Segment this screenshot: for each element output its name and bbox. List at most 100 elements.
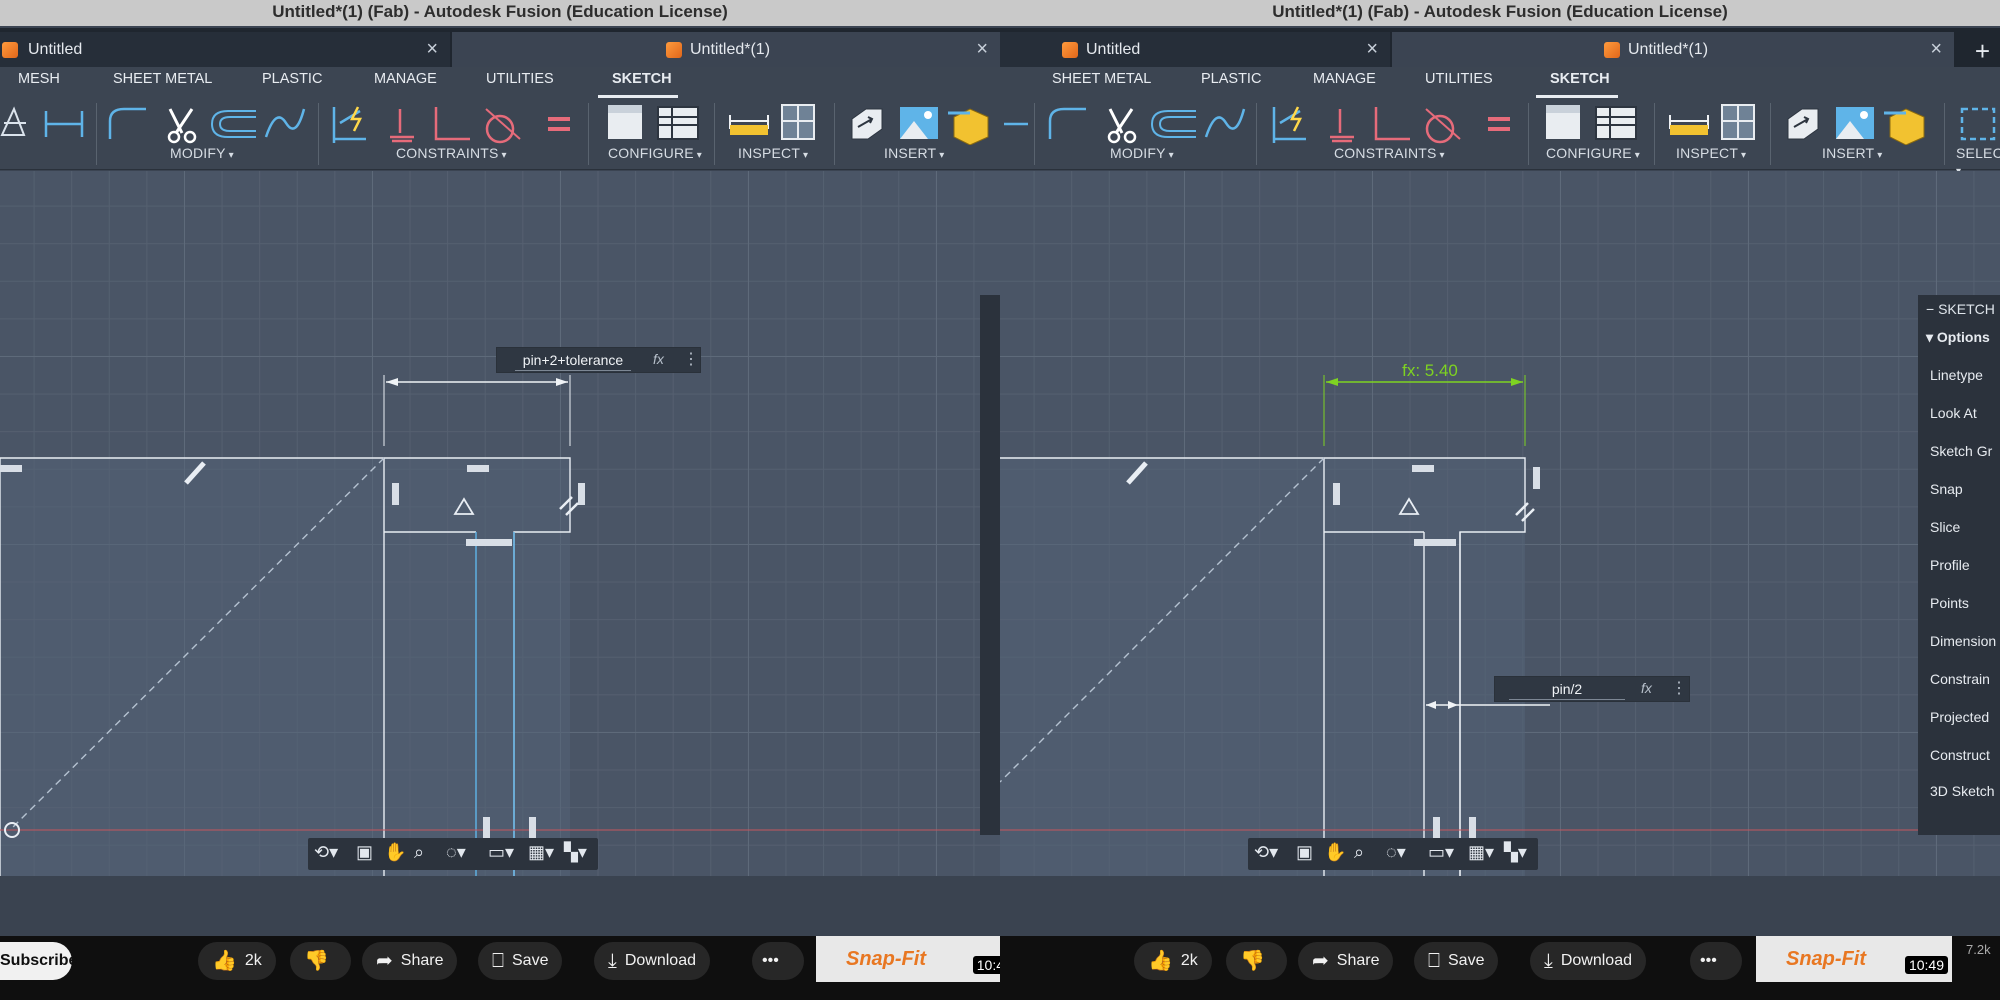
dimension-value-label[interactable]: fx: 5.40 [1380, 361, 1480, 381]
grid-icon[interactable]: ▦▾ [528, 842, 554, 863]
close-icon[interactable]: × [426, 32, 438, 67]
close-icon[interactable]: × [1930, 32, 1942, 67]
options-section[interactable]: ▾ Options [1926, 329, 1990, 346]
constraints-tools-icon[interactable] [1270, 103, 1510, 145]
tab-utilities[interactable]: UTILITIES [486, 71, 554, 87]
tab-manage[interactable]: MANAGE [374, 71, 437, 87]
viewports-icon[interactable]: ▚▾ [564, 842, 587, 863]
dimension-expression-input[interactable]: pin+2+tolerance [515, 350, 631, 371]
palette-item-projected[interactable]: Projected [1930, 709, 1989, 725]
more-actions-button[interactable]: ••• [1690, 942, 1742, 980]
palette-item-construction[interactable]: Construct [1930, 747, 1990, 763]
dimension-expression-input[interactable]: pin/2 [1509, 679, 1625, 700]
tab-untitled[interactable]: Untitled × [0, 32, 450, 67]
more-actions-button[interactable]: ••• [752, 942, 804, 980]
group-insert[interactable]: INSERT [884, 145, 945, 161]
dimension-input-box[interactable]: pin/2 fx ⋮ [1494, 676, 1690, 702]
capture-icon[interactable]: ▣ [1296, 842, 1313, 863]
modify-tools-icon[interactable] [1046, 103, 1246, 145]
video-thumbnail[interactable]: Snap-Fit 10:4 [816, 936, 1000, 982]
fit-icon[interactable]: ◌▾ [1386, 842, 1406, 863]
modify-tools-icon[interactable] [106, 103, 306, 145]
palette-item-sketch-grid[interactable]: Sketch Gr [1930, 443, 1992, 459]
select-tool-icon[interactable] [1956, 103, 2000, 145]
tab-plastic[interactable]: PLASTIC [262, 71, 322, 87]
zoom-icon[interactable]: ⌕ [1354, 842, 1364, 863]
tab-sheet-metal[interactable]: SHEET METAL [1052, 71, 1151, 87]
subscribe-button[interactable]: Subscribe [0, 942, 77, 980]
sketch-palette-collapsed[interactable] [980, 295, 1000, 835]
palette-item-dimension[interactable]: Dimension [1930, 633, 1996, 649]
group-constraints[interactable]: CONSTRAINTS [396, 145, 507, 161]
tab-mesh[interactable]: MESH [18, 71, 60, 87]
fx-icon[interactable]: fx [1641, 680, 1652, 696]
download-button[interactable]: ⤓ Download [594, 942, 710, 980]
orbit-icon[interactable]: ⟲▾ [314, 842, 338, 863]
tab-manage[interactable]: MANAGE [1313, 71, 1376, 87]
tab-sketch[interactable]: SKETCH [612, 71, 672, 87]
sketch-profile[interactable] [0, 458, 570, 876]
sketch-palette-header[interactable]: − SKETCH [1926, 301, 1995, 317]
dimension-input-box[interactable]: pin+2+tolerance fx ⋮ [496, 347, 701, 373]
save-button[interactable]: ⎕ Save [478, 942, 563, 980]
tab-utilities[interactable]: UTILITIES [1425, 71, 1493, 87]
palette-item-slice[interactable]: Slice [1930, 519, 1960, 535]
inspect-tools-icon[interactable] [1668, 103, 1764, 145]
create-tools-icon[interactable] [0, 103, 90, 145]
grid-icon[interactable]: ▦▾ [1468, 842, 1494, 863]
sketch-canvas[interactable]: pin+2+tolerance fx ⋮ [0, 171, 1000, 876]
viewports-icon[interactable]: ▚▾ [1504, 842, 1527, 863]
display-icon[interactable]: ▭▾ [1428, 842, 1454, 863]
download-button[interactable]: ⤓ Download [1530, 942, 1646, 980]
fx-icon[interactable]: fx [653, 351, 664, 367]
group-configure[interactable]: CONFIGURE [608, 145, 702, 161]
close-icon[interactable]: × [976, 32, 988, 67]
video-thumbnail[interactable]: Snap-Fit 10:49 [1756, 936, 1952, 982]
group-modify[interactable]: MODIFY [1110, 145, 1174, 161]
pan-icon[interactable]: ✋ [384, 842, 406, 863]
sketch-geometry[interactable] [1000, 171, 2000, 876]
palette-item-snap[interactable]: Snap [1930, 481, 1963, 497]
save-button[interactable]: ⎕ Save [1414, 942, 1499, 980]
tab-sketch[interactable]: SKETCH [1550, 71, 1610, 87]
configure-tools-icon[interactable] [606, 103, 702, 145]
share-button[interactable]: ➦ Share [362, 942, 458, 980]
sketch-canvas[interactable]: fx: 5.40 pin/2 fx ⋮ [1000, 171, 2000, 876]
display-icon[interactable]: ▭▾ [488, 842, 514, 863]
palette-item-profile[interactable]: Profile [1930, 557, 1970, 573]
constraints-tools-icon[interactable] [330, 103, 570, 145]
palette-item-3d-sketch[interactable]: 3D Sketch [1930, 783, 1995, 799]
insert-tools-icon[interactable] [1784, 103, 1934, 145]
group-inspect[interactable]: INSPECT [738, 145, 808, 161]
tab-untitled-1[interactable]: Untitled*(1) × [1392, 32, 1954, 67]
sketch-profile[interactable] [1000, 458, 1525, 876]
group-modify[interactable]: MODIFY [170, 145, 234, 161]
more-options-icon[interactable]: ⋮ [683, 349, 699, 369]
group-configure[interactable]: CONFIGURE [1546, 145, 1640, 161]
fit-icon[interactable]: ◌▾ [446, 842, 466, 863]
group-inspect[interactable]: INSPECT [1676, 145, 1746, 161]
palette-item-linetype[interactable]: Linetype [1930, 367, 1983, 383]
close-icon[interactable]: × [1366, 32, 1378, 67]
sketch-geometry[interactable] [0, 171, 1000, 876]
capture-icon[interactable]: ▣ [356, 842, 373, 863]
zoom-icon[interactable]: ⌕ [414, 842, 424, 863]
create-tools-icon[interactable] [1000, 103, 1030, 145]
like-button[interactable]: 👍 2k [198, 942, 276, 980]
palette-item-points[interactable]: Points [1930, 595, 1969, 611]
dislike-button[interactable]: 👎 [290, 942, 351, 980]
new-tab-button[interactable]: + [1975, 36, 1990, 67]
group-constraints[interactable]: CONSTRAINTS [1334, 145, 1445, 161]
tab-untitled[interactable]: Untitled × [1000, 32, 1390, 67]
tab-untitled-1[interactable]: Untitled*(1) × [452, 32, 1000, 67]
palette-item-constraints[interactable]: Constrain [1930, 671, 1990, 687]
pan-icon[interactable]: ✋ [1324, 842, 1346, 863]
inspect-tools-icon[interactable] [728, 103, 824, 145]
insert-tools-icon[interactable] [848, 103, 1000, 145]
tab-plastic[interactable]: PLASTIC [1201, 71, 1261, 87]
orbit-icon[interactable]: ⟲▾ [1254, 842, 1278, 863]
like-button[interactable]: 👍 2k [1134, 942, 1212, 980]
tab-sheet-metal[interactable]: SHEET METAL [113, 71, 212, 87]
more-options-icon[interactable]: ⋮ [1671, 678, 1687, 698]
palette-item-look-at[interactable]: Look At [1930, 405, 1977, 421]
